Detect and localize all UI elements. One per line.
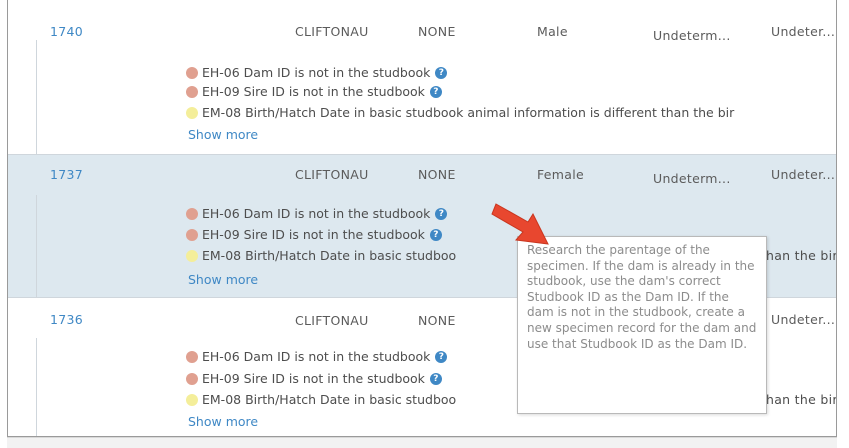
horizontal-scrollbar[interactable] bbox=[7, 437, 837, 448]
sex-cell: Female bbox=[537, 167, 584, 182]
help-icon[interactable]: ? bbox=[435, 207, 448, 220]
age-cell: Undeterm... bbox=[653, 28, 731, 43]
issue-item: EH-06 Dam ID is not in the studbook ? bbox=[186, 206, 448, 221]
undetermined-cell: Undeter... bbox=[771, 24, 836, 39]
status-cell: NONE bbox=[418, 167, 456, 182]
status-cell: NONE bbox=[418, 313, 456, 328]
studbook-id-link[interactable]: 1740 bbox=[50, 24, 83, 39]
warning-dot-icon bbox=[186, 393, 198, 406]
record-row[interactable]: 1740 CLIFTONAU NONE Male Undeterm... Und… bbox=[8, 0, 836, 155]
issue-text: EH-06 Dam ID is not in the studbook bbox=[202, 349, 431, 364]
issue-text: EM-08 Birth/Hatch Date in basic studboo bbox=[202, 248, 457, 263]
help-tooltip: Research the parentage of the specimen. … bbox=[517, 236, 767, 414]
help-icon[interactable]: ? bbox=[429, 228, 442, 241]
undetermined-cell: Undeter... bbox=[771, 312, 836, 327]
error-dot-icon bbox=[186, 66, 198, 79]
issue-item: EH-09 Sire ID is not in the studbook ? bbox=[186, 371, 442, 386]
show-more-link[interactable]: Show more bbox=[188, 127, 258, 142]
error-dot-icon bbox=[186, 372, 198, 385]
issue-item: EH-09 Sire ID is not in the studbook ? bbox=[186, 227, 442, 242]
issue-text: EM-08 Birth/Hatch Date in basic studboo bbox=[202, 392, 457, 407]
issue-text: EH-09 Sire ID is not in the studbook bbox=[202, 227, 425, 242]
status-cell: NONE bbox=[418, 24, 456, 39]
issue-text: EH-06 Dam ID is not in the studbook bbox=[202, 206, 431, 221]
red-arrow-icon bbox=[491, 203, 549, 245]
help-icon[interactable]: ? bbox=[429, 85, 442, 98]
issue-item: EM-08 Birth/Hatch Date in basic studboo bbox=[186, 392, 456, 407]
error-dot-icon bbox=[186, 350, 198, 363]
issue-item: EH-06 Dam ID is not in the studbook ? bbox=[186, 349, 448, 364]
row-divider bbox=[36, 338, 37, 436]
institution-cell: CLIFTONAU bbox=[295, 167, 369, 182]
show-more-link[interactable]: Show more bbox=[188, 272, 258, 287]
institution-cell: CLIFTONAU bbox=[295, 313, 369, 328]
help-icon[interactable]: ? bbox=[429, 372, 442, 385]
error-dot-icon bbox=[186, 85, 198, 98]
studbook-id-link[interactable]: 1736 bbox=[50, 312, 83, 327]
issue-text-overflow: han the bir bbox=[766, 248, 837, 263]
row-divider bbox=[36, 195, 37, 297]
undetermined-cell: Undeter... bbox=[771, 167, 836, 182]
institution-cell: CLIFTONAU bbox=[295, 24, 369, 39]
issue-text: EH-06 Dam ID is not in the studbook bbox=[202, 65, 431, 80]
issue-item: EM-08 Birth/Hatch Date in basic studboo bbox=[186, 248, 456, 263]
help-icon[interactable]: ? bbox=[435, 66, 448, 79]
issue-item: EM-08 Birth/Hatch Date in basic studbook… bbox=[186, 105, 734, 120]
warning-dot-icon bbox=[186, 249, 198, 262]
issue-text: EM-08 Birth/Hatch Date in basic studbook… bbox=[202, 105, 735, 120]
studbook-id-link[interactable]: 1737 bbox=[50, 167, 83, 182]
age-cell: Undeterm... bbox=[653, 171, 731, 186]
issue-text: EH-09 Sire ID is not in the studbook bbox=[202, 371, 425, 386]
error-dot-icon bbox=[186, 228, 198, 241]
sex-cell: Male bbox=[537, 24, 568, 39]
validation-results-list: 1740 CLIFTONAU NONE Male Undeterm... Und… bbox=[7, 0, 837, 437]
help-icon[interactable]: ? bbox=[435, 350, 448, 363]
issue-text-overflow: han the bir bbox=[766, 392, 837, 407]
warning-dot-icon bbox=[186, 106, 198, 119]
row-divider bbox=[36, 40, 37, 154]
tooltip-text: Research the parentage of the specimen. … bbox=[527, 243, 757, 351]
issue-text: EH-09 Sire ID is not in the studbook bbox=[202, 84, 425, 99]
show-more-link[interactable]: Show more bbox=[188, 414, 258, 429]
error-dot-icon bbox=[186, 207, 198, 220]
issue-item: EH-09 Sire ID is not in the studbook ? bbox=[186, 84, 442, 99]
issue-item: EH-06 Dam ID is not in the studbook ? bbox=[186, 65, 448, 80]
